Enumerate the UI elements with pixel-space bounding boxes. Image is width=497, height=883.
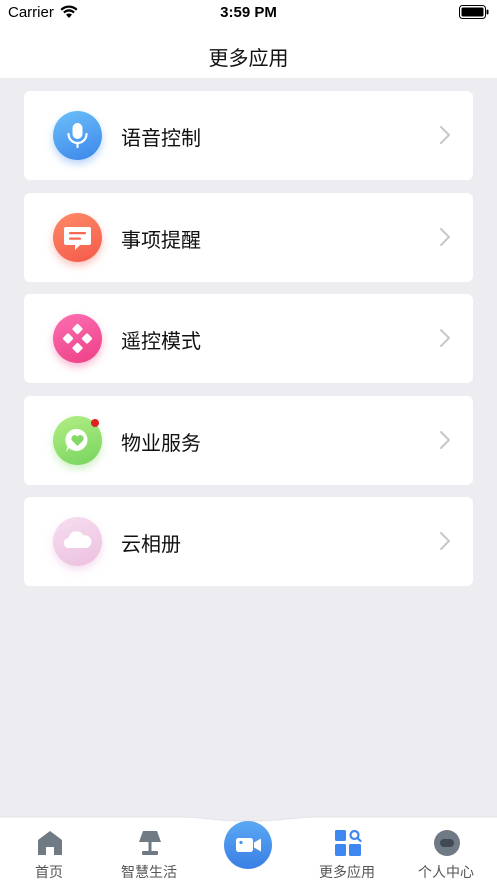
menu-item-label: 云相册 xyxy=(121,532,181,556)
notification-dot xyxy=(91,419,99,427)
message-icon xyxy=(53,213,102,262)
menu-item-voice-control[interactable]: 语音控制 xyxy=(24,91,473,180)
tab-bar: 首页 智慧生活 更多应用 个人中心 xyxy=(0,815,497,883)
cloud-icon xyxy=(53,517,102,566)
video-call-button[interactable] xyxy=(224,821,272,869)
menu-item-label: 物业服务 xyxy=(121,431,201,455)
video-camera-icon xyxy=(236,838,261,852)
menu-item-label: 语音控制 xyxy=(121,126,201,150)
home-icon xyxy=(38,831,62,855)
tab-home[interactable]: 首页 xyxy=(4,815,94,883)
status-bar: Carrier 3:59 PM xyxy=(0,0,497,28)
menu-item-cloud-album[interactable]: 云相册 xyxy=(24,497,473,586)
remote-control-icon xyxy=(53,314,102,363)
navigation-bar: 更多应用 xyxy=(0,28,497,78)
menu-item-label: 遥控模式 xyxy=(121,329,201,353)
tab-more-apps[interactable]: 更多应用 xyxy=(302,815,392,883)
profile-icon xyxy=(434,830,460,856)
lamp-icon xyxy=(139,831,161,855)
battery-icon xyxy=(459,5,489,19)
tab-label: 首页 xyxy=(35,865,63,881)
chevron-right-icon xyxy=(440,532,450,550)
chevron-right-icon xyxy=(440,329,450,347)
clock-time: 3:59 PM xyxy=(220,4,277,21)
menu-item-reminders[interactable]: 事项提醒 xyxy=(24,193,473,282)
chevron-right-icon xyxy=(440,126,450,144)
tab-label: 个人中心 xyxy=(418,865,474,881)
tab-smart-life[interactable]: 智慧生活 xyxy=(104,815,194,883)
page-title: 更多应用 xyxy=(208,46,289,70)
tab-profile[interactable]: 个人中心 xyxy=(401,815,491,883)
chevron-right-icon xyxy=(440,228,450,246)
menu-item-remote-mode[interactable]: 遥控模式 xyxy=(24,294,473,383)
microphone-icon xyxy=(53,111,102,160)
tab-label: 更多应用 xyxy=(319,865,375,881)
chevron-right-icon xyxy=(440,431,450,449)
heart-chat-icon xyxy=(53,416,102,465)
tab-label: 智慧生活 xyxy=(121,865,177,881)
menu-item-label: 事项提醒 xyxy=(121,228,201,252)
apps-icon xyxy=(335,829,362,856)
menu-item-property-service[interactable]: 物业服务 xyxy=(24,396,473,485)
